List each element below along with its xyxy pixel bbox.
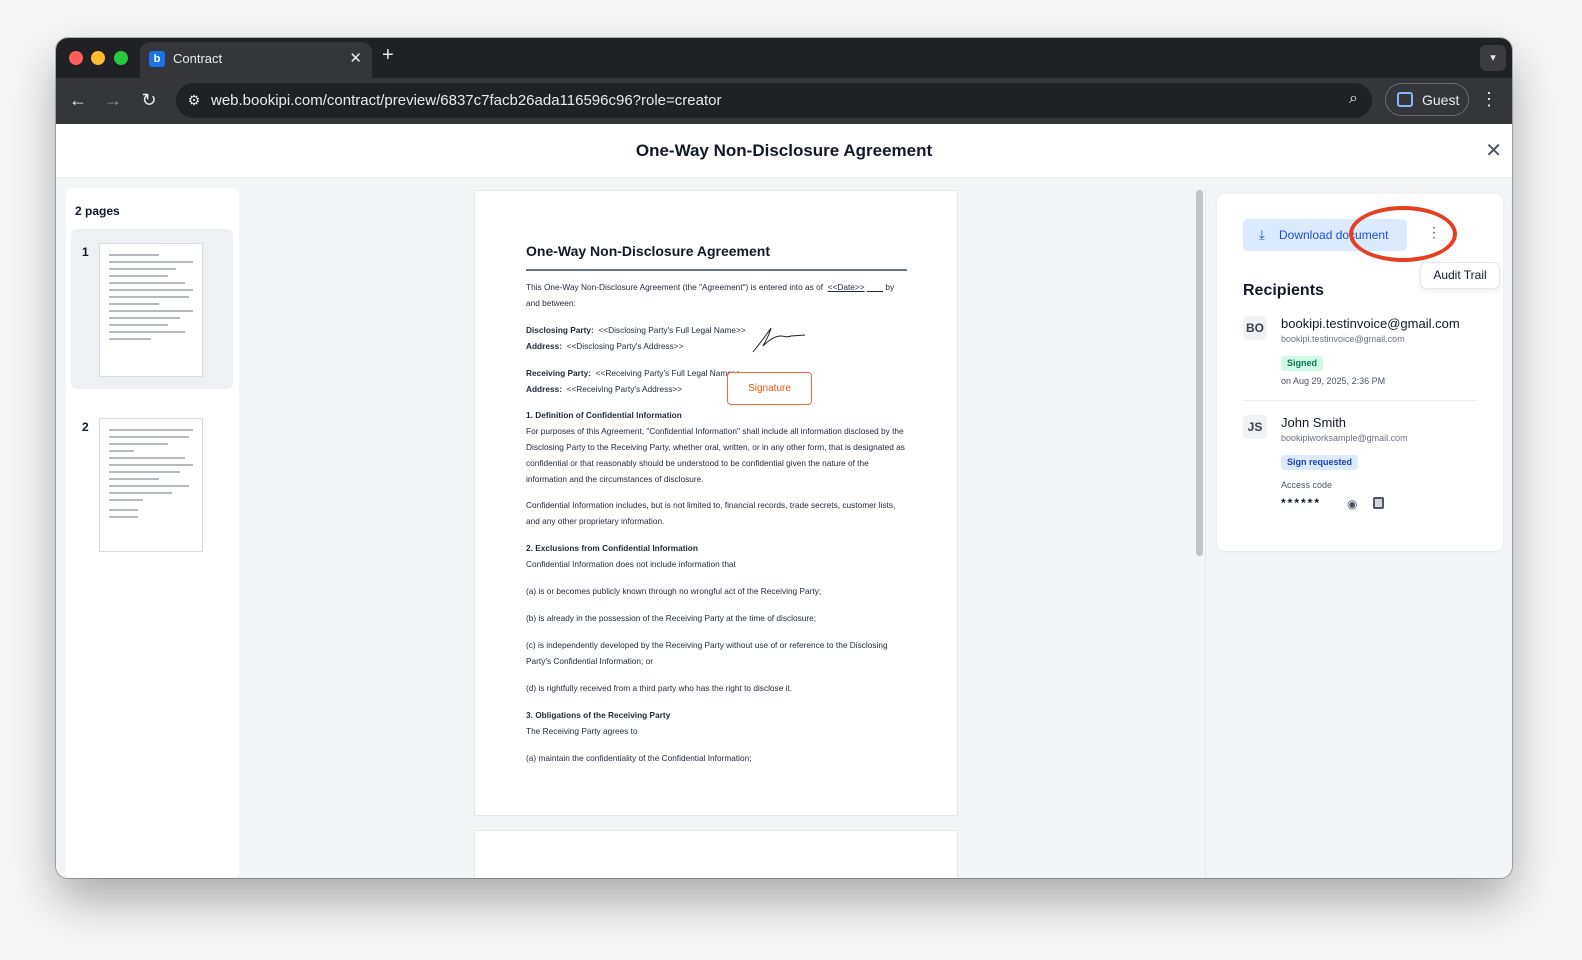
- recipient-email: bookipiworksample@gmail.com: [1281, 433, 1408, 443]
- browser-toolbar: ← → ↻ ⚙ web.bookipi.com/contract/preview…: [56, 78, 1512, 124]
- thumbnail-page-2[interactable]: 2: [71, 404, 233, 564]
- status-badge: Signed: [1281, 356, 1324, 371]
- section-1-title: 1. Definition of Confidential Informatio…: [526, 410, 682, 420]
- section-2-paragraph: Confidential Information does not includ…: [526, 559, 736, 569]
- app-header: One-Way Non-Disclosure Agreement ✕: [56, 124, 1512, 178]
- intro-paragraph: This One-Way Non-Disclosure Agreement (t…: [526, 282, 895, 308]
- disclosing-party-block: Disclosing Party: <<Disclosing Party's F…: [526, 325, 746, 351]
- avatar: BO: [1243, 316, 1267, 340]
- recipient-name: John Smith: [1281, 415, 1347, 430]
- thumbnail-number: 2: [82, 420, 89, 434]
- panel-divider: [1205, 188, 1206, 878]
- tab-close-icon[interactable]: ✕: [349, 49, 362, 67]
- signature-scribble-icon: [752, 327, 806, 353]
- document-page-2: [474, 830, 958, 878]
- contract-preview-app: One-Way Non-Disclosure Agreement ✕ 2 pag…: [56, 124, 1512, 878]
- close-window-button[interactable]: [69, 51, 83, 65]
- site-settings-icon[interactable]: ⚙: [185, 92, 203, 110]
- receiving-party-block: Receiving Party: <<Receiving Party's Ful…: [526, 368, 742, 394]
- url-text[interactable]: web.bookipi.com/contract/preview/6837c7f…: [211, 92, 721, 109]
- status-badge: Sign requested: [1281, 455, 1359, 470]
- recipients-title: Recipients: [1243, 282, 1324, 299]
- section-1-paragraph-1: For purposes of this Agreement, "Confide…: [526, 426, 905, 484]
- thumbnail-number: 1: [82, 245, 89, 259]
- recipient-email: bookipi.testinvoice@gmail.com: [1281, 334, 1405, 344]
- section-2-title: 2. Exclusions from Confidential Informat…: [526, 543, 698, 553]
- reload-icon[interactable]: ↻: [137, 88, 161, 112]
- page-thumbnails: 2 pages 1 2: [66, 188, 239, 878]
- signature-field[interactable]: Signature: [727, 372, 812, 405]
- signed-date: on Aug 29, 2025, 2:36 PM: [1281, 376, 1386, 386]
- zoom-icon[interactable]: ⌕: [1349, 90, 1358, 108]
- thumbnail-preview: [99, 418, 203, 552]
- browser-window: b Contract ✕ + ▾ ← → ↻ ⚙ web.bookipi.com…: [56, 38, 1512, 878]
- document-heading: One-Way Non-Disclosure Agreement: [526, 243, 771, 259]
- pages-count: 2 pages: [75, 204, 120, 218]
- more-vert-icon[interactable]: ⋮: [1480, 90, 1498, 108]
- access-code-label: Access code: [1281, 480, 1333, 490]
- access-code-value: ******: [1281, 496, 1322, 510]
- recipient-name: bookipi.testinvoice@gmail.com: [1281, 316, 1460, 331]
- highlight-annotation: [1349, 206, 1457, 262]
- tab-bar: b Contract ✕ + ▾: [56, 38, 1512, 78]
- heading-divider: [526, 269, 907, 271]
- new-tab-icon[interactable]: +: [382, 44, 394, 67]
- section-1-paragraph-2: Confidential Information includes, but i…: [526, 500, 896, 526]
- avatar: JS: [1243, 415, 1267, 439]
- document-page: One-Way Non-Disclosure Agreement This On…: [474, 190, 958, 816]
- maximize-window-button[interactable]: [114, 51, 128, 65]
- section-2-item-d: (d) is rightfully received from a third …: [526, 683, 793, 693]
- page-title: One-Way Non-Disclosure Agreement: [635, 141, 933, 160]
- download-icon: ⤓: [1259, 227, 1265, 242]
- document-scrollbar[interactable]: [1193, 188, 1205, 878]
- profile-label: Guest: [1422, 92, 1460, 108]
- recipient-divider: [1243, 400, 1477, 401]
- section-3-title: 3. Obligations of the Receiving Party: [526, 710, 671, 720]
- audit-trail-button[interactable]: Audit Trail: [1420, 262, 1500, 289]
- section-3-item-a: (a) maintain the confidentiality of the …: [526, 753, 752, 763]
- thumbnail-page-1[interactable]: 1: [71, 229, 233, 389]
- minimize-window-button[interactable]: [91, 51, 105, 65]
- date-placeholder: <<Date>>: [827, 282, 865, 292]
- thumbnail-preview: [99, 243, 203, 377]
- bookipi-favicon-icon: b: [149, 51, 165, 67]
- forward-arrow-icon[interactable]: →: [101, 88, 125, 112]
- section-2-item-b: (b) is already in the possession of the …: [526, 613, 817, 623]
- browser-tab[interactable]: b Contract ✕: [140, 42, 372, 78]
- section-2-item-c: (c) is independently developed by the Re…: [526, 640, 888, 666]
- profile-icon: [1397, 92, 1413, 107]
- back-arrow-icon[interactable]: ←: [66, 88, 90, 112]
- eye-icon[interactable]: ◉: [1347, 497, 1357, 511]
- scrollbar-thumb[interactable]: [1196, 190, 1203, 556]
- address-bar[interactable]: ⚙ web.bookipi.com/contract/preview/6837c…: [176, 83, 1372, 118]
- section-2-item-a: (a) is or becomes publicly known through…: [526, 586, 822, 596]
- tab-title: Contract: [173, 51, 223, 66]
- close-icon[interactable]: ✕: [1485, 138, 1502, 163]
- profile-button[interactable]: Guest: [1385, 83, 1469, 116]
- section-3-paragraph: The Receiving Party agrees to: [526, 726, 638, 736]
- tab-search-chevron-icon[interactable]: ▾: [1480, 45, 1506, 71]
- copy-icon[interactable]: [1373, 497, 1384, 509]
